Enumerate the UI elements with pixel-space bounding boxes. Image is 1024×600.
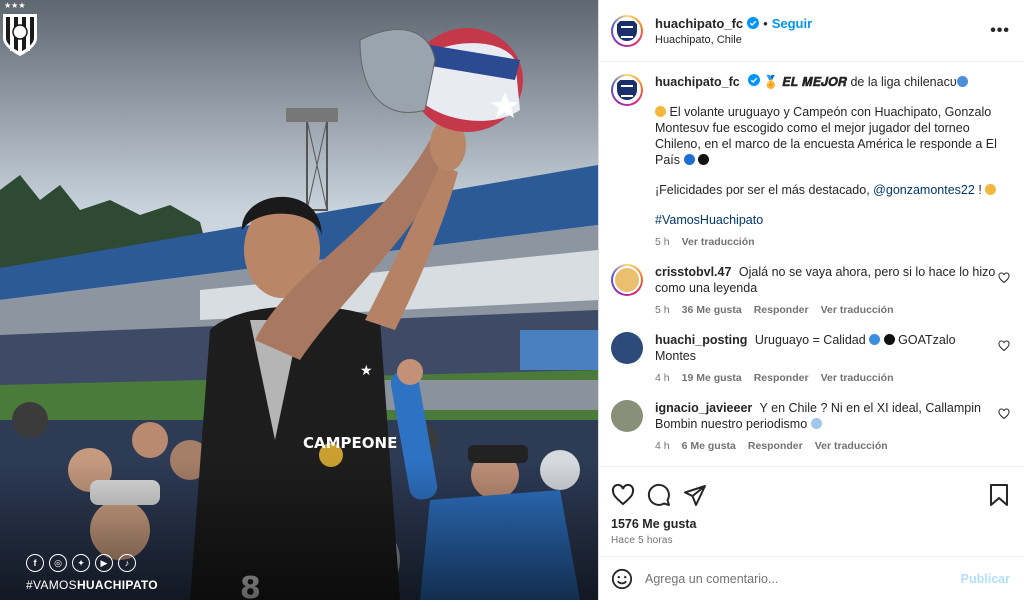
comment-likes[interactable]: 19 Me gusta bbox=[682, 370, 742, 386]
like-count[interactable]: 1576 Me gusta bbox=[611, 517, 1010, 531]
comment-text: Uruguayo = Calidad bbox=[754, 333, 866, 347]
comment-likes[interactable]: 6 Me gusta bbox=[682, 438, 736, 454]
reply-button[interactable]: Responder bbox=[754, 302, 809, 318]
post-header: huachipato_fc • Seguir Huachipato, Chile… bbox=[599, 0, 1024, 62]
face-emoji-icon bbox=[810, 418, 822, 429]
blue-circle-emoji-icon bbox=[683, 154, 695, 165]
shirt-text: CAMPEONE bbox=[303, 434, 397, 452]
comment-time[interactable]: 5 h bbox=[655, 302, 670, 318]
caption-paragraph-1: El volante uruguayo y Campeón con Huachi… bbox=[655, 105, 997, 167]
photo-illustration: CAMPEONE ★ 8 bbox=[0, 0, 598, 600]
comments-list: huachipato_fc 🏅 𝑬𝑳 𝑴𝑬𝑱𝑶𝑹 de la liga chil… bbox=[599, 62, 1024, 466]
hashtag-link[interactable]: #VamosHuachipato bbox=[655, 213, 763, 227]
like-comment-heart-icon[interactable] bbox=[998, 408, 1010, 420]
caption-translate-link[interactable]: Ver traducción bbox=[682, 234, 755, 250]
translate-link[interactable]: Ver traducción bbox=[815, 438, 888, 454]
caption-username[interactable]: huachipato_fc bbox=[655, 75, 740, 89]
instagram-post-modal: CAMPEONE ★ 8 ★★★ f ◎ ✦ ▶ ♪ #VAMOSHUACHIP… bbox=[0, 0, 1024, 600]
caption-avatar[interactable] bbox=[611, 74, 643, 106]
post-location[interactable]: Huachipato, Chile bbox=[655, 34, 990, 46]
emoji-picker-icon[interactable] bbox=[611, 568, 633, 590]
more-options-icon[interactable]: ••• bbox=[990, 22, 1010, 40]
add-comment-bar: Publicar bbox=[599, 556, 1024, 600]
instagram-icon: ◎ bbox=[49, 554, 67, 572]
publish-button[interactable]: Publicar bbox=[961, 572, 1010, 586]
mention-link[interactable]: @gonzamontes22 bbox=[873, 183, 975, 197]
post-actions: 1576 Me gusta Hace 5 horas bbox=[599, 466, 1024, 546]
comment-item: crisstobvl.47 Ojalá no se vaya ahora, pe… bbox=[611, 264, 1010, 318]
comment-bubble-icon[interactable] bbox=[647, 483, 671, 507]
caption-paragraph-2: ¡Felicidades por ser el más destacado, @… bbox=[655, 182, 1010, 198]
share-paper-plane-icon[interactable] bbox=[683, 483, 707, 507]
dot-separator: • bbox=[763, 15, 768, 31]
clap-emoji-icon bbox=[985, 184, 997, 195]
verified-badge-icon bbox=[747, 74, 760, 86]
comment-input[interactable] bbox=[645, 571, 961, 586]
comment-time[interactable]: 4 h bbox=[655, 438, 670, 454]
twitter-icon: ✦ bbox=[72, 554, 90, 572]
like-comment-heart-icon[interactable] bbox=[998, 340, 1010, 352]
verified-badge-icon bbox=[747, 17, 760, 29]
commenter-username[interactable]: huachi_posting bbox=[655, 333, 747, 347]
tiktok-icon: ♪ bbox=[118, 554, 136, 572]
youtube-icon: ▶ bbox=[95, 554, 113, 572]
like-comment-heart-icon[interactable] bbox=[998, 272, 1010, 284]
commenter-avatar[interactable] bbox=[611, 264, 643, 296]
commenter-username[interactable]: ignacio_javieeer bbox=[655, 401, 752, 415]
reply-button[interactable]: Responder bbox=[754, 370, 809, 386]
svg-text:★★★: ★★★ bbox=[4, 1, 26, 10]
follow-button[interactable]: Seguir bbox=[772, 16, 812, 31]
commenter-avatar[interactable] bbox=[611, 332, 643, 364]
like-heart-icon[interactable] bbox=[611, 483, 635, 507]
photo-hashtag: #VAMOSHUACHIPATO bbox=[26, 578, 158, 592]
comment-item: ignacio_javieeer Y en Chile ? Ni en el X… bbox=[611, 400, 1010, 454]
comment-item: huachi_posting Uruguayo = Calidad GOATza… bbox=[611, 332, 1010, 386]
club-logo-icon bbox=[617, 80, 637, 100]
comment-likes[interactable]: 36 Me gusta bbox=[682, 302, 742, 318]
reply-button[interactable]: Responder bbox=[748, 438, 803, 454]
post-caption: huachipato_fc 🏅 𝑬𝑳 𝑴𝑬𝑱𝑶𝑹 de la liga chil… bbox=[611, 74, 1010, 250]
caption-headline-rest: de la liga chilenacᴜ bbox=[850, 75, 957, 89]
black-circle-emoji-icon bbox=[697, 154, 709, 165]
blue-heart-emoji-icon bbox=[869, 334, 881, 345]
author-avatar[interactable] bbox=[611, 14, 643, 47]
caption-time[interactable]: 5 h bbox=[655, 234, 670, 250]
smile-emoji-icon bbox=[655, 106, 666, 117]
facebook-icon: f bbox=[26, 554, 44, 572]
medal-emoji: 🏅 bbox=[763, 75, 779, 89]
photo-social-icons: f ◎ ✦ ▶ ♪ bbox=[26, 554, 136, 572]
translate-link[interactable]: Ver traducción bbox=[821, 370, 894, 386]
commenter-avatar[interactable] bbox=[611, 400, 643, 432]
svg-text:★: ★ bbox=[360, 363, 373, 379]
post-time-ago[interactable]: Hace 5 horas bbox=[611, 535, 1010, 546]
commenter-username[interactable]: crisstobvl.47 bbox=[655, 265, 731, 279]
club-logo-icon bbox=[617, 20, 637, 41]
save-bookmark-icon[interactable] bbox=[988, 483, 1010, 507]
post-side-panel: huachipato_fc • Seguir Huachipato, Chile… bbox=[598, 0, 1024, 600]
post-photo[interactable]: CAMPEONE ★ 8 ★★★ f ◎ ✦ ▶ ♪ #VAMOSHUACHIP… bbox=[0, 0, 598, 600]
author-username[interactable]: huachipato_fc bbox=[655, 16, 743, 31]
black-heart-emoji-icon bbox=[883, 334, 895, 345]
club-crest-icon: ★★★ bbox=[3, 1, 37, 56]
translate-link[interactable]: Ver traducción bbox=[821, 302, 894, 318]
soccer-ball-emoji-icon bbox=[956, 76, 968, 87]
comment-time[interactable]: 4 h bbox=[655, 370, 670, 386]
caption-headline: 𝑬𝑳 𝑴𝑬𝑱𝑶𝑹 bbox=[782, 75, 847, 89]
